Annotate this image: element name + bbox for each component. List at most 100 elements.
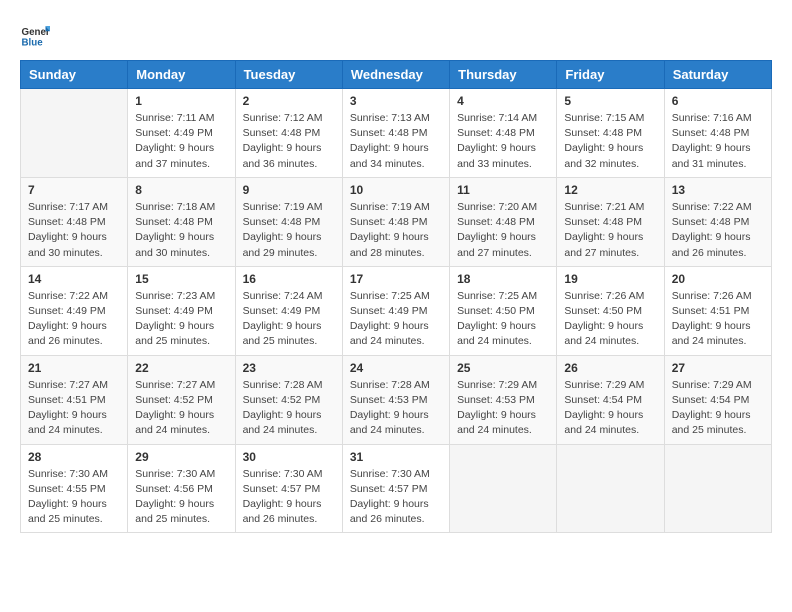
calendar-cell: 20 Sunrise: 7:26 AM Sunset: 4:51 PM Dayli…	[664, 266, 771, 355]
day-info: Sunrise: 7:22 AM Sunset: 4:48 PM Dayligh…	[672, 200, 764, 261]
day-info: Sunrise: 7:28 AM Sunset: 4:53 PM Dayligh…	[350, 378, 442, 439]
day-info: Sunrise: 7:25 AM Sunset: 4:50 PM Dayligh…	[457, 289, 549, 350]
day-number: 24	[350, 361, 442, 375]
calendar-cell: 11 Sunrise: 7:20 AM Sunset: 4:48 PM Dayli…	[450, 177, 557, 266]
day-number: 21	[28, 361, 120, 375]
calendar-cell: 5 Sunrise: 7:15 AM Sunset: 4:48 PM Daylig…	[557, 89, 664, 178]
day-info: Sunrise: 7:18 AM Sunset: 4:48 PM Dayligh…	[135, 200, 227, 261]
calendar-week-row: 7 Sunrise: 7:17 AM Sunset: 4:48 PM Daylig…	[21, 177, 772, 266]
calendar-cell: 9Sunrise: 7:19 AM Sunset: 4:48 PM Daylig…	[235, 177, 342, 266]
calendar-header-row: SundayMondayTuesdayWednesdayThursdayFrid…	[21, 61, 772, 89]
calendar-cell: 22 Sunrise: 7:27 AM Sunset: 4:52 PM Dayli…	[128, 355, 235, 444]
day-info: Sunrise: 7:27 AM Sunset: 4:51 PM Dayligh…	[28, 378, 120, 439]
day-info: Sunrise: 7:28 AM Sunset: 4:52 PM Dayligh…	[243, 378, 335, 439]
calendar-cell: 14 Sunrise: 7:22 AM Sunset: 4:49 PM Dayli…	[21, 266, 128, 355]
calendar-table: SundayMondayTuesdayWednesdayThursdayFrid…	[20, 60, 772, 533]
day-number: 31	[350, 450, 442, 464]
day-number: 25	[457, 361, 549, 375]
day-number: 3	[350, 94, 442, 108]
calendar-cell: 4 Sunrise: 7:14 AM Sunset: 4:48 PM Daylig…	[450, 89, 557, 178]
day-number: 13	[672, 183, 764, 197]
calendar-cell: 16 Sunrise: 7:24 AM Sunset: 4:49 PM Dayli…	[235, 266, 342, 355]
day-info: Sunrise: 7:20 AM Sunset: 4:48 PM Dayligh…	[457, 200, 549, 261]
day-info: Sunrise: 7:15 AM Sunset: 4:48 PM Dayligh…	[564, 111, 656, 172]
calendar-cell: 13 Sunrise: 7:22 AM Sunset: 4:48 PM Dayli…	[664, 177, 771, 266]
day-number: 7	[28, 183, 120, 197]
day-info: Sunrise: 7:22 AM Sunset: 4:49 PM Dayligh…	[28, 289, 120, 350]
day-number: 18	[457, 272, 549, 286]
day-info: Sunrise: 7:12 AM Sunset: 4:48 PM Dayligh…	[243, 111, 335, 172]
calendar-cell: 12 Sunrise: 7:21 AM Sunset: 4:48 PM Dayli…	[557, 177, 664, 266]
calendar-cell: 6Sunrise: 7:16 AM Sunset: 4:48 PM Daylig…	[664, 89, 771, 178]
day-number: 29	[135, 450, 227, 464]
calendar-header-wednesday: Wednesday	[342, 61, 449, 89]
calendar-cell: 29Sunrise: 7:30 AM Sunset: 4:56 PM Dayli…	[128, 444, 235, 533]
day-info: Sunrise: 7:30 AM Sunset: 4:55 PM Dayligh…	[28, 467, 120, 528]
logo: General Blue	[20, 20, 50, 50]
day-number: 27	[672, 361, 764, 375]
calendar-week-row: 28 Sunrise: 7:30 AM Sunset: 4:55 PM Dayli…	[21, 444, 772, 533]
calendar-cell: 30 Sunrise: 7:30 AM Sunset: 4:57 PM Dayli…	[235, 444, 342, 533]
day-info: Sunrise: 7:21 AM Sunset: 4:48 PM Dayligh…	[564, 200, 656, 261]
day-info: Sunrise: 7:30 AM Sunset: 4:57 PM Dayligh…	[243, 467, 335, 528]
calendar-cell	[557, 444, 664, 533]
day-number: 4	[457, 94, 549, 108]
day-number: 1	[135, 94, 227, 108]
day-info: Sunrise: 7:26 AM Sunset: 4:51 PM Dayligh…	[672, 289, 764, 350]
page-header: General Blue	[20, 20, 772, 50]
day-number: 30	[243, 450, 335, 464]
day-info: Sunrise: 7:14 AM Sunset: 4:48 PM Dayligh…	[457, 111, 549, 172]
calendar-header-monday: Monday	[128, 61, 235, 89]
day-info: Sunrise: 7:17 AM Sunset: 4:48 PM Dayligh…	[28, 200, 120, 261]
calendar-cell: 10 Sunrise: 7:19 AM Sunset: 4:48 PM Dayli…	[342, 177, 449, 266]
day-info: Sunrise: 7:30 AM Sunset: 4:57 PM Dayligh…	[350, 467, 442, 528]
day-number: 20	[672, 272, 764, 286]
svg-text:Blue: Blue	[22, 38, 44, 49]
day-info: Sunrise: 7:19 AM Sunset: 4:48 PM Dayligh…	[350, 200, 442, 261]
day-info: Sunrise: 7:25 AM Sunset: 4:49 PM Dayligh…	[350, 289, 442, 350]
calendar-cell: 27 Sunrise: 7:29 AM Sunset: 4:54 PM Dayli…	[664, 355, 771, 444]
day-info: Sunrise: 7:16 AM Sunset: 4:48 PM Dayligh…	[672, 111, 764, 172]
day-number: 15	[135, 272, 227, 286]
calendar-cell: 3 Sunrise: 7:13 AM Sunset: 4:48 PM Daylig…	[342, 89, 449, 178]
day-number: 19	[564, 272, 656, 286]
day-number: 14	[28, 272, 120, 286]
calendar-cell: 15 Sunrise: 7:23 AM Sunset: 4:49 PM Dayli…	[128, 266, 235, 355]
calendar-week-row: 21 Sunrise: 7:27 AM Sunset: 4:51 PM Dayli…	[21, 355, 772, 444]
day-info: Sunrise: 7:11 AM Sunset: 4:49 PM Dayligh…	[135, 111, 227, 172]
day-number: 17	[350, 272, 442, 286]
calendar-header-friday: Friday	[557, 61, 664, 89]
day-info: Sunrise: 7:29 AM Sunset: 4:54 PM Dayligh…	[564, 378, 656, 439]
calendar-header-sunday: Sunday	[21, 61, 128, 89]
calendar-cell: 25 Sunrise: 7:29 AM Sunset: 4:53 PM Dayli…	[450, 355, 557, 444]
calendar-cell: 24 Sunrise: 7:28 AM Sunset: 4:53 PM Dayli…	[342, 355, 449, 444]
day-info: Sunrise: 7:26 AM Sunset: 4:50 PM Dayligh…	[564, 289, 656, 350]
day-info: Sunrise: 7:29 AM Sunset: 4:54 PM Dayligh…	[672, 378, 764, 439]
calendar-header-thursday: Thursday	[450, 61, 557, 89]
day-info: Sunrise: 7:23 AM Sunset: 4:49 PM Dayligh…	[135, 289, 227, 350]
calendar-cell	[450, 444, 557, 533]
day-number: 26	[564, 361, 656, 375]
calendar-header-saturday: Saturday	[664, 61, 771, 89]
day-info: Sunrise: 7:13 AM Sunset: 4:48 PM Dayligh…	[350, 111, 442, 172]
day-info: Sunrise: 7:29 AM Sunset: 4:53 PM Dayligh…	[457, 378, 549, 439]
day-number: 28	[28, 450, 120, 464]
calendar-cell: 8Sunrise: 7:18 AM Sunset: 4:48 PM Daylig…	[128, 177, 235, 266]
day-info: Sunrise: 7:27 AM Sunset: 4:52 PM Dayligh…	[135, 378, 227, 439]
day-number: 16	[243, 272, 335, 286]
calendar-cell: 17 Sunrise: 7:25 AM Sunset: 4:49 PM Dayli…	[342, 266, 449, 355]
logo-icon: General Blue	[20, 20, 50, 50]
day-number: 22	[135, 361, 227, 375]
calendar-cell: 18 Sunrise: 7:25 AM Sunset: 4:50 PM Dayli…	[450, 266, 557, 355]
day-number: 11	[457, 183, 549, 197]
day-info: Sunrise: 7:24 AM Sunset: 4:49 PM Dayligh…	[243, 289, 335, 350]
day-number: 12	[564, 183, 656, 197]
day-number: 10	[350, 183, 442, 197]
calendar-cell: 2 Sunrise: 7:12 AM Sunset: 4:48 PM Daylig…	[235, 89, 342, 178]
day-number: 5	[564, 94, 656, 108]
calendar-cell: 1 Sunrise: 7:11 AM Sunset: 4:49 PM Daylig…	[128, 89, 235, 178]
day-info: Sunrise: 7:19 AM Sunset: 4:48 PM Dayligh…	[243, 200, 335, 261]
day-number: 2	[243, 94, 335, 108]
calendar-cell: 19 Sunrise: 7:26 AM Sunset: 4:50 PM Dayli…	[557, 266, 664, 355]
calendar-cell: 7 Sunrise: 7:17 AM Sunset: 4:48 PM Daylig…	[21, 177, 128, 266]
